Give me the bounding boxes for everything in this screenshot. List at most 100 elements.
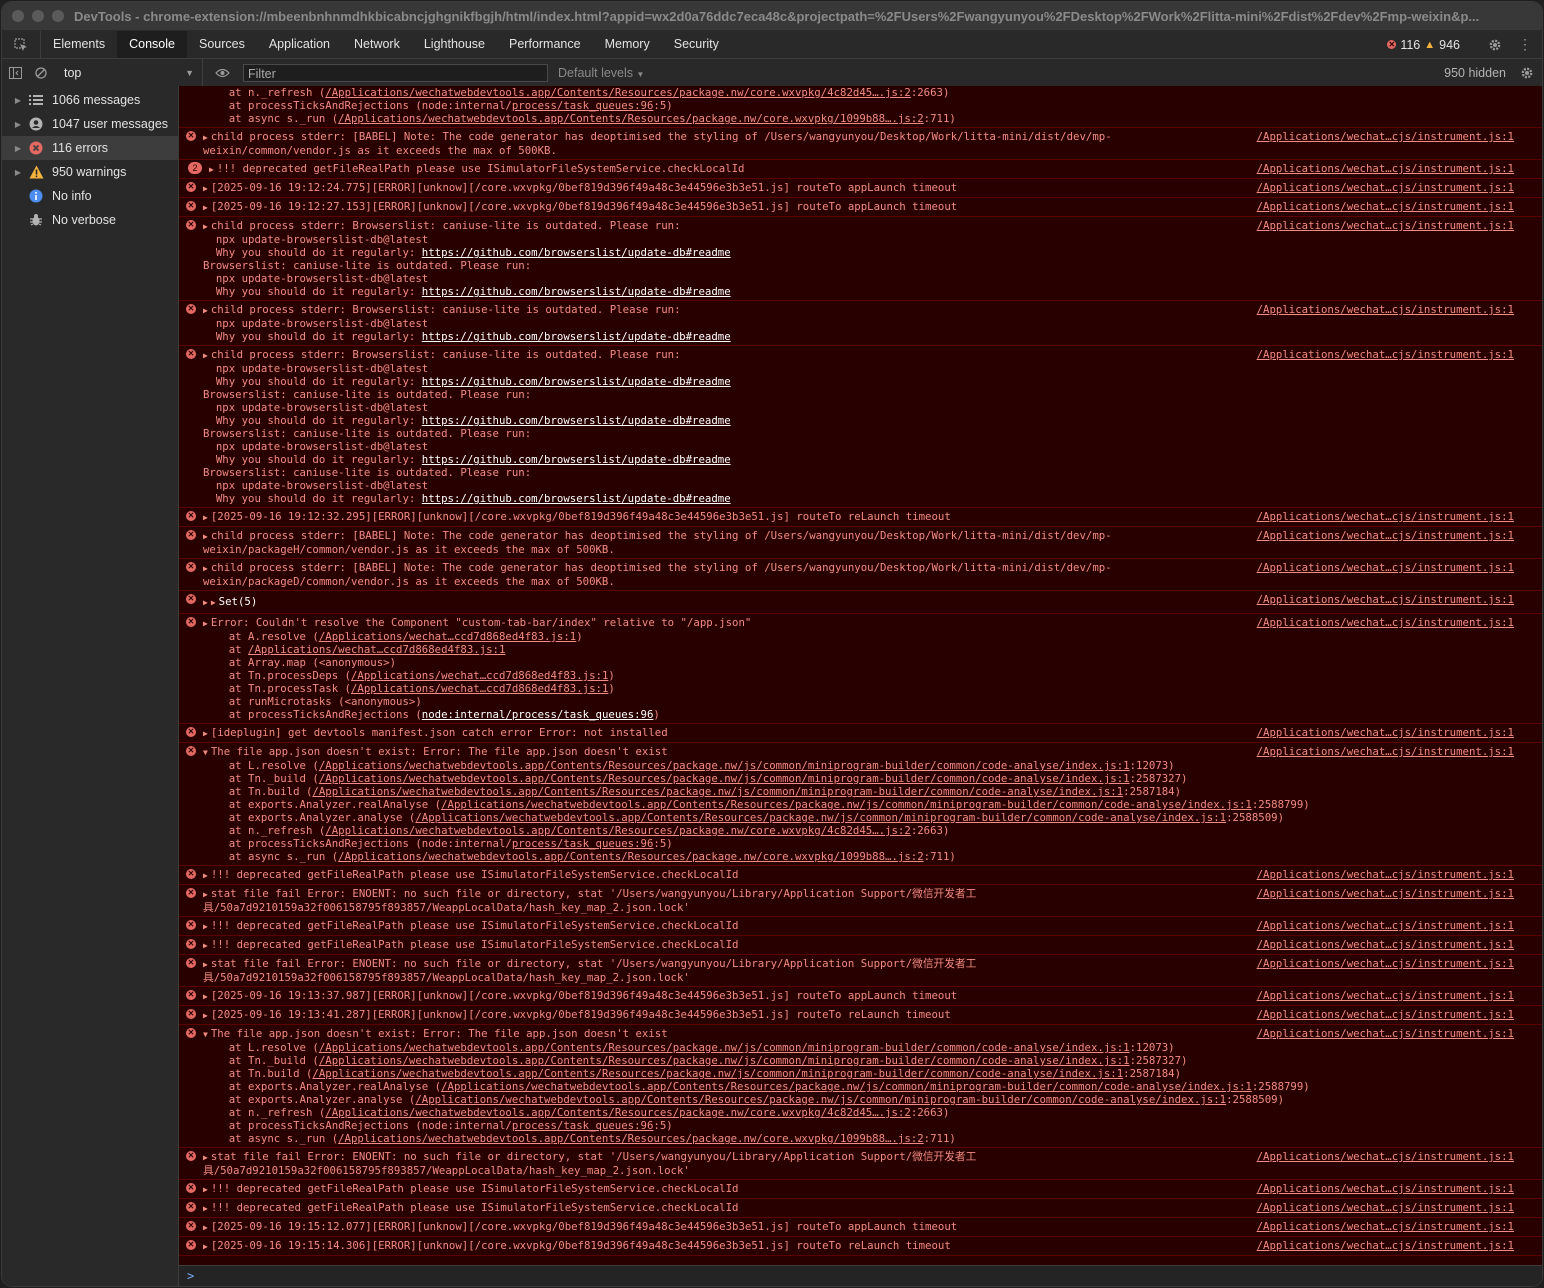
stack-link[interactable]: /Applications/wechatwebdevtools.app/Cont…: [325, 86, 911, 99]
stack-link[interactable]: process/task_queues:96: [512, 99, 654, 112]
expand-arrow-icon[interactable]: ▶: [203, 1242, 208, 1251]
collapse-arrow-icon[interactable]: ▼: [203, 748, 208, 757]
tab-console[interactable]: Console: [117, 31, 187, 58]
expand-arrow-icon[interactable]: ▶: [203, 306, 208, 315]
expand-arrow-icon[interactable]: ▶: [203, 1223, 208, 1232]
console-message[interactable]: ✕ /Applications/wechat…cjs/instrument.js…: [179, 1237, 1542, 1256]
log-levels-dropdown[interactable]: Default levels ▼: [558, 66, 644, 80]
expand-arrow-icon[interactable]: ▶: [203, 890, 208, 899]
sidebar-item-info[interactable]: No info: [2, 184, 178, 208]
readme-link[interactable]: https://github.com/browserslist/update-d…: [422, 492, 731, 505]
console-message[interactable]: ✕ /Applications/wechat…cjs/instrument.js…: [179, 198, 1542, 217]
console-message[interactable]: ✕ /Applications/wechat…cjs/instrument.js…: [179, 955, 1542, 987]
sidebar-item-user-messages[interactable]: ▶ 1047 user messages: [2, 112, 178, 136]
sidebar-item-warnings[interactable]: ▶ 950 warnings: [2, 160, 178, 184]
source-link[interactable]: /Applications/wechat…cjs/instrument.js:1: [1257, 561, 1514, 574]
console-message[interactable]: ✕ /Applications/wechat…cjs/instrument.js…: [179, 936, 1542, 955]
minimize-window-button[interactable]: [32, 10, 44, 22]
console-message[interactable]: ✕ /Applications/wechat…cjs/instrument.js…: [179, 743, 1542, 866]
console-message[interactable]: ✕ /Applications/wechat…cjs/instrument.js…: [179, 591, 1542, 614]
expand-arrow-icon[interactable]: ▶: [203, 729, 208, 738]
source-link[interactable]: /Applications/wechat…cjs/instrument.js:1: [1257, 1239, 1514, 1252]
sidebar-item-messages[interactable]: ▶ 1066 messages: [2, 88, 178, 112]
source-link[interactable]: /Applications/wechat…cjs/instrument.js:1: [1257, 162, 1514, 175]
console-message[interactable]: ✕ /Applications/wechat…cjs/instrument.js…: [179, 301, 1542, 346]
expand-arrow-icon[interactable]: ▶: [203, 992, 208, 1001]
source-link[interactable]: /Applications/wechat…cjs/instrument.js:1: [1257, 1220, 1514, 1233]
stack-link[interactable]: /Applications/wechatwebdevtools.app/Cont…: [312, 785, 1123, 798]
console-message[interactable]: ✕ /Applications/wechat…cjs/instrument.js…: [179, 1006, 1542, 1025]
tab-sources[interactable]: Sources: [187, 31, 257, 58]
stack-link[interactable]: /Applications/wechatwebdevtools.app/Cont…: [415, 811, 1226, 824]
console-settings-gear-icon[interactable]: [1520, 66, 1534, 80]
stack-link[interactable]: /Applications/wechatwebdevtools.app/Cont…: [319, 1054, 1130, 1067]
console-prompt-input[interactable]: >: [179, 1265, 1542, 1286]
console-message[interactable]: ✕ /Applications/wechat…cjs/instrument.js…: [179, 128, 1542, 160]
console-message[interactable]: ✕ /Applications/wechat…cjs/instrument.js…: [179, 1218, 1542, 1237]
source-link[interactable]: /Applications/wechat…cjs/instrument.js:1: [1257, 181, 1514, 194]
console-message[interactable]: 2 /Applications/wechat…cjs/instrument.js…: [179, 160, 1542, 179]
source-link[interactable]: /Applications/wechat…cjs/instrument.js:1: [1257, 919, 1514, 932]
tab-elements[interactable]: Elements: [41, 31, 117, 58]
stack-link[interactable]: node:internal/process/task_queues:96: [422, 708, 654, 721]
source-link[interactable]: /Applications/wechat…cjs/instrument.js:1: [1257, 957, 1514, 970]
expand-arrow-icon[interactable]: ▶: [203, 871, 208, 880]
clear-console-icon[interactable]: [28, 59, 54, 86]
expand-arrow-icon[interactable]: ▶: [10, 144, 26, 153]
readme-link[interactable]: https://github.com/browserslist/update-d…: [422, 453, 731, 466]
expand-arrow-icon[interactable]: ▶: [10, 168, 26, 177]
source-link[interactable]: /Applications/wechat…cjs/instrument.js:1: [1257, 616, 1514, 629]
readme-link[interactable]: https://github.com/browserslist/update-d…: [422, 414, 731, 427]
tab-lighthouse[interactable]: Lighthouse: [412, 31, 497, 58]
stack-link[interactable]: process/task_queues:96: [512, 837, 654, 850]
source-link[interactable]: /Applications/wechat…cjs/instrument.js:1: [1257, 510, 1514, 523]
expand-arrow-icon[interactable]: ▶: [203, 1011, 208, 1020]
readme-link[interactable]: https://github.com/browserslist/update-d…: [422, 375, 731, 388]
stack-link[interactable]: /Applications/wechatwebdevtools.app/Cont…: [325, 824, 911, 837]
stack-link[interactable]: /Applications/wechat…ccd7d868ed4f83.js:1: [351, 669, 608, 682]
error-counter[interactable]: ✕ 116 ▲ 946: [1387, 38, 1460, 52]
sidebar-toggle-icon[interactable]: [2, 59, 28, 86]
console-message[interactable]: ✕ /Applications/wechat…cjs/instrument.js…: [179, 866, 1542, 885]
context-selector[interactable]: top ▼: [54, 59, 203, 86]
sidebar-item-errors[interactable]: ▶ 116 errors: [2, 136, 178, 160]
stack-link[interactable]: /Applications/wechatwebdevtools.app/Cont…: [338, 112, 924, 125]
expand-arrow-icon[interactable]: ▶: [203, 133, 208, 142]
stack-link[interactable]: /Applications/wechatwebdevtools.app/Cont…: [338, 1132, 924, 1145]
live-expression-eye-icon[interactable]: [209, 59, 235, 86]
source-link[interactable]: /Applications/wechat…cjs/instrument.js:1: [1257, 303, 1514, 316]
source-link[interactable]: /Applications/wechat…cjs/instrument.js:1: [1257, 1182, 1514, 1195]
readme-link[interactable]: https://github.com/browserslist/update-d…: [422, 330, 731, 343]
source-link[interactable]: /Applications/wechat…cjs/instrument.js:1: [1257, 529, 1514, 542]
stack-link[interactable]: /Applications/wechat…ccd7d868ed4f83.js:1: [351, 682, 608, 695]
source-link[interactable]: /Applications/wechat…cjs/instrument.js:1: [1257, 868, 1514, 881]
source-link[interactable]: /Applications/wechat…cjs/instrument.js:1: [1257, 219, 1514, 232]
stack-link[interactable]: /Applications/wechatwebdevtools.app/Cont…: [415, 1093, 1226, 1106]
expand-object-arrow-icon[interactable]: ▶: [211, 598, 216, 607]
inspect-element-icon[interactable]: [2, 31, 41, 58]
expand-arrow-icon[interactable]: ▶: [203, 1185, 208, 1194]
source-link[interactable]: /Applications/wechat…cjs/instrument.js:1: [1257, 1008, 1514, 1021]
stack-link[interactable]: /Applications/wechatwebdevtools.app/Cont…: [325, 1106, 911, 1119]
console-message[interactable]: ✕ /Applications/wechat…cjs/instrument.js…: [179, 559, 1542, 591]
console-message[interactable]: ✕ /Applications/wechat…cjs/instrument.js…: [179, 885, 1542, 917]
console-message[interactable]: ✕ /Applications/wechat…cjs/instrument.js…: [179, 217, 1542, 301]
source-link[interactable]: /Applications/wechat…cjs/instrument.js:1: [1257, 200, 1514, 213]
source-link[interactable]: /Applications/wechat…cjs/instrument.js:1: [1257, 130, 1514, 143]
expand-arrow-icon[interactable]: ▶: [203, 1153, 208, 1162]
console-message[interactable]: ✕ /Applications/wechat…cjs/instrument.js…: [179, 1148, 1542, 1180]
readme-link[interactable]: https://github.com/browserslist/update-d…: [422, 246, 731, 259]
expand-arrow-icon[interactable]: ▶: [203, 184, 208, 193]
settings-gear-icon[interactable]: [1488, 38, 1502, 52]
tab-memory[interactable]: Memory: [593, 31, 662, 58]
source-link[interactable]: /Applications/wechat…cjs/instrument.js:1: [1257, 348, 1514, 361]
console-message[interactable]: ✕ /Applications/wechat…cjs/instrument.js…: [179, 508, 1542, 527]
close-window-button[interactable]: [12, 10, 24, 22]
expand-arrow-icon[interactable]: ▶: [203, 619, 208, 628]
expand-arrow-icon[interactable]: ▶: [203, 513, 208, 522]
console-message[interactable]: ✕ /Applications/wechat…cjs/instrument.js…: [179, 1025, 1542, 1148]
console-message[interactable]: ✕ /Applications/wechat…cjs/instrument.js…: [179, 527, 1542, 559]
expand-arrow-icon[interactable]: ▶: [203, 203, 208, 212]
stack-link[interactable]: /Applications/wechatwebdevtools.app/Cont…: [441, 798, 1252, 811]
console-message[interactable]: ✕ /Applications/wechat…cjs/instrument.js…: [179, 614, 1542, 724]
